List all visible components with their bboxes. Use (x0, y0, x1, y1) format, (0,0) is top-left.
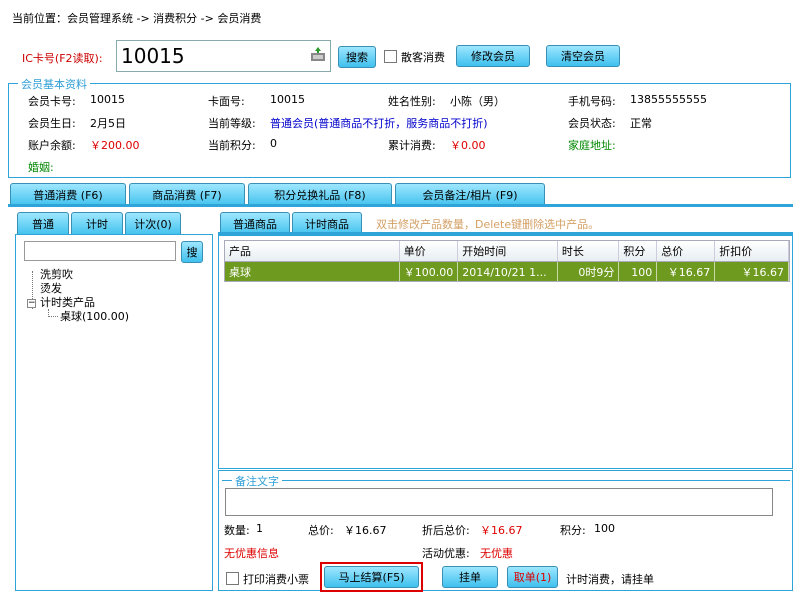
left-search-button[interactable]: 搜 (181, 241, 203, 263)
no-discount-text: 无优惠信息 (224, 547, 279, 560)
tree-item-timed[interactable]: 计时类产品 (40, 296, 95, 310)
print-receipt-checkbox[interactable] (226, 572, 239, 585)
card-no-value: 10015 (90, 93, 125, 106)
tab-timed-products[interactable]: 计时商品 (292, 212, 362, 234)
tab-points-gift[interactable]: 积分兑换礼品 (F8) (248, 183, 392, 205)
tree-item-billiards[interactable]: 桌球(100.00) (60, 310, 129, 324)
qty-value: 1 (256, 522, 263, 535)
table-row[interactable]: 桌球 ￥100.00 2014/10/21 1... 0时9分 100 ￥16.… (225, 261, 789, 281)
cell-product: 桌球 (225, 261, 400, 281)
col-discount[interactable]: 折扣价 (714, 241, 789, 262)
phone-value: 13855555555 (630, 93, 707, 106)
cell-duration: 0时9分 (557, 261, 620, 281)
col-total[interactable]: 总价 (656, 241, 716, 262)
left-search-input[interactable] (24, 241, 176, 261)
remark-points-value: 100 (594, 522, 615, 535)
walkin-label: 散客消费 (401, 51, 445, 64)
member-info-legend: 会员基本资料 (18, 76, 90, 92)
tab-normal-consume[interactable]: 普通消费 (F6) (10, 183, 126, 205)
level-label: 当前等级: (208, 117, 256, 130)
product-grid[interactable]: 产品 单价 开始时间 时长 积分 总价 折扣价 桌球 ￥100.00 2014/… (224, 240, 790, 282)
retrieve-button[interactable]: 取单(1) (507, 566, 558, 588)
bottom-hint: 计时消费，请挂单 (566, 573, 654, 586)
card-reader-icon[interactable] (310, 46, 326, 62)
hint-text: 双击修改产品数量，Delete键删除选中产品。 (376, 218, 600, 231)
tree-branch (48, 309, 58, 317)
cell-discount: ￥16.67 (714, 261, 789, 281)
tab-member-notes[interactable]: 会员备注/相片 (F9) (395, 183, 545, 205)
main-tab-divider (8, 204, 793, 207)
print-receipt-label: 打印消费小票 (243, 573, 309, 586)
face-no-label: 卡面号: (208, 95, 245, 108)
tree-item-perm[interactable]: 烫发 (40, 282, 62, 296)
birthday-label: 会员生日: (28, 117, 76, 130)
discounted-value: ￥16.67 (480, 524, 523, 537)
card-input[interactable]: 10015 (116, 40, 331, 72)
hold-button[interactable]: 挂单 (442, 566, 498, 588)
col-start-time[interactable]: 开始时间 (457, 241, 558, 262)
birthday-value: 2月5日 (90, 117, 126, 130)
card-label: IC卡号(F2读取): (22, 52, 103, 65)
phone-label: 手机号码: (568, 95, 616, 108)
card-no-label: 会员卡号: (28, 95, 76, 108)
edit-member-button[interactable]: 修改会员 (456, 45, 530, 67)
points-label: 当前积分: (208, 139, 256, 152)
face-no-value: 10015 (270, 93, 305, 106)
balance-label: 账户余额: (28, 139, 76, 152)
tab-normal-products[interactable]: 普通商品 (220, 212, 290, 234)
balance-value: ￥200.00 (90, 139, 140, 152)
breadcrumb: 当前位置：会员管理系统 -> 消费积分 -> 会员消费 (12, 12, 262, 25)
tree-item-wash[interactable]: 洗剪吹 (40, 268, 73, 282)
tab-left-timed[interactable]: 计时 (71, 212, 123, 234)
sum-value: ￥16.67 (344, 524, 387, 537)
name-value: 小陈（男） (450, 95, 505, 108)
activity-label: 活动优惠: (422, 547, 470, 560)
search-button[interactable]: 搜索 (338, 46, 376, 68)
sum-label: 总价: (308, 524, 334, 537)
marriage-label: 婚姻: (28, 161, 54, 174)
cell-points: 100 (618, 261, 658, 281)
settle-button[interactable]: 马上结算(F5) (324, 566, 419, 588)
activity-value: 无优惠 (480, 547, 513, 560)
level-value: 普通会员(普通商品不打折，服务商品不打折) (270, 117, 488, 130)
cell-total: ￥16.67 (656, 261, 716, 281)
remarks-rule (222, 480, 790, 481)
col-product[interactable]: 产品 (225, 241, 400, 262)
remarks-legend: 备注文字 (232, 473, 282, 489)
tab-product-consume[interactable]: 商品消费 (F7) (129, 183, 245, 205)
cell-start-time: 2014/10/21 1... (457, 261, 558, 281)
discounted-label: 折后总价: (422, 524, 470, 537)
walkin-checkbox[interactable] (384, 50, 397, 63)
clear-member-button[interactable]: 清空会员 (546, 45, 620, 67)
tree-collapse-icon[interactable]: − (27, 299, 36, 308)
total-value: ￥0.00 (450, 139, 486, 152)
tab-left-normal[interactable]: 普通 (17, 212, 69, 234)
points-value: 0 (270, 137, 277, 150)
qty-label: 数量: (224, 524, 250, 537)
status-value: 正常 (630, 117, 652, 130)
status-label: 会员状态: (568, 117, 616, 130)
address-label: 家庭地址: (568, 139, 616, 152)
remarks-textarea[interactable] (225, 488, 773, 516)
cell-unit-price: ￥100.00 (399, 261, 459, 281)
total-label: 累计消费: (388, 139, 436, 152)
col-points[interactable]: 积分 (618, 241, 658, 262)
col-unit-price[interactable]: 单价 (399, 241, 459, 262)
remark-points-label: 积分: (560, 524, 586, 537)
col-duration[interactable]: 时长 (557, 241, 620, 262)
tab-left-count[interactable]: 计次(0) (125, 212, 181, 234)
name-label: 姓名性别: (388, 95, 436, 108)
